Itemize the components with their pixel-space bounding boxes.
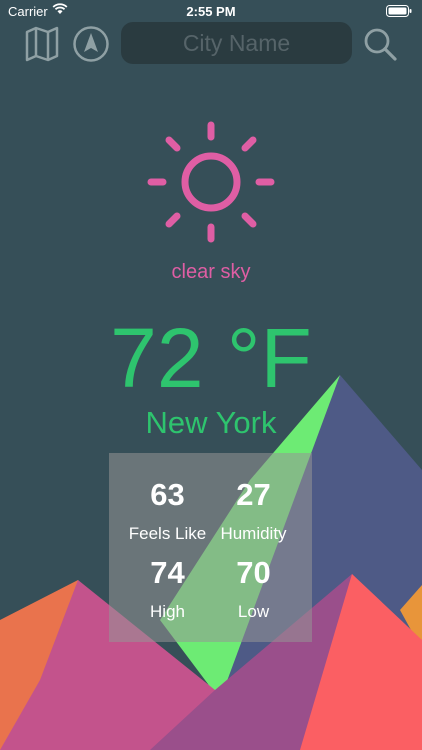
weather-condition: clear sky [171, 261, 251, 283]
toolbar [0, 21, 422, 66]
status-time: 2:55 PM [186, 4, 236, 19]
city-search-field[interactable] [121, 21, 352, 65]
city-name: New York [145, 405, 277, 440]
city-name-input[interactable] [121, 21, 352, 65]
sun-icon [147, 121, 275, 243]
weather-stats-panel: 63 27 Feels Like Humidity 74 70 High Low [109, 453, 312, 642]
magnifying-glass-icon[interactable] [360, 22, 400, 66]
low-label: Low [237, 602, 270, 621]
humidity-label: Humidity [220, 524, 287, 543]
map-icon[interactable] [22, 22, 62, 66]
low-value: 70 [236, 555, 271, 590]
navigation-arrow-icon[interactable] [71, 22, 111, 66]
humidity-value: 27 [236, 477, 271, 512]
temperature-readout: 72 °F [110, 311, 312, 405]
battery-icon [386, 5, 412, 20]
